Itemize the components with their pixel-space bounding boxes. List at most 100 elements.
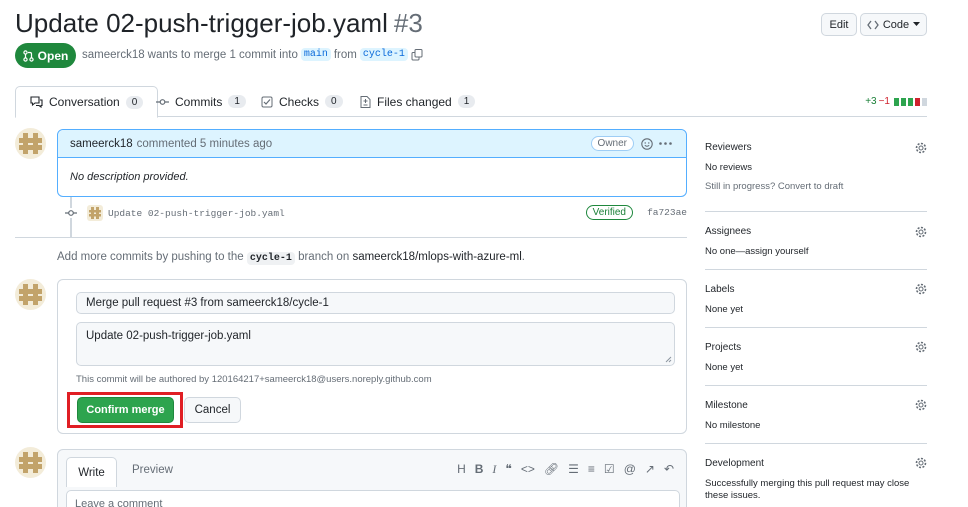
- comment-textarea[interactable]: Leave a comment: [66, 490, 680, 507]
- diffstat-additions: +3: [865, 96, 877, 107]
- hint-prefix: Add more commits by pushing to the: [57, 251, 244, 263]
- tab-commits-count: 1: [228, 95, 246, 108]
- pull-request-icon: [22, 49, 34, 62]
- commit-sha[interactable]: fa723ae: [647, 207, 687, 218]
- tab-files-changed-label: Files changed: [377, 94, 452, 109]
- sidebar-divider: [705, 443, 927, 444]
- divider: [15, 237, 687, 238]
- verified-badge[interactable]: Verified: [585, 205, 633, 220]
- sidebar-value: None yet: [705, 362, 744, 373]
- repo-link[interactable]: sameerck18/mlops-with-azure-ml: [352, 251, 521, 263]
- sidebar-assignees: Assignees No one—assign yourself: [705, 226, 927, 258]
- chevron-down-icon: [913, 22, 921, 26]
- italic-button[interactable]: I: [492, 462, 496, 477]
- comment-author[interactable]: sameerck18: [70, 138, 133, 150]
- avatar[interactable]: [15, 279, 46, 310]
- tab-files-changed-count: 1: [457, 95, 476, 108]
- undo-icon[interactable]: ↶: [664, 462, 674, 477]
- reference-icon[interactable]: ↗: [645, 462, 655, 477]
- comment-timestamp[interactable]: commented 5 minutes ago: [137, 138, 273, 150]
- sidebar-heading[interactable]: Labels: [705, 284, 927, 295]
- gear-icon[interactable]: [915, 341, 927, 353]
- base-branch[interactable]: main: [300, 48, 331, 61]
- cancel-button[interactable]: Cancel: [184, 397, 241, 423]
- code-button[interactable]: Code: [860, 13, 927, 36]
- author-note: This commit will be authored by 12016421…: [76, 374, 432, 385]
- diffstat-block: [908, 97, 913, 106]
- edit-button-label: Edit: [829, 18, 849, 31]
- convert-to-draft-link[interactable]: Convert to draft: [778, 181, 843, 192]
- owner-badge: Owner: [590, 136, 634, 151]
- resize-handle-icon[interactable]: [665, 356, 672, 363]
- diffstat-block: [901, 97, 906, 106]
- tab-commits-label: Commits: [175, 94, 223, 109]
- gear-icon[interactable]: [915, 457, 927, 469]
- gear-icon[interactable]: [915, 283, 927, 295]
- identicon-icon: [19, 284, 42, 305]
- commit-row: Update 02-push-trigger-job.yaml Verified…: [65, 204, 687, 222]
- gear-icon[interactable]: [915, 399, 927, 411]
- gear-icon[interactable]: [915, 226, 927, 238]
- avatar[interactable]: [15, 447, 46, 478]
- tab-conversation[interactable]: Conversation 0: [15, 86, 159, 118]
- sidebar-reviewers: Reviewers No reviews Still in progress? …: [705, 142, 927, 193]
- diffstat-block: [922, 97, 927, 106]
- comment-card: sameerck18 commented 5 minutes ago Owner…: [57, 129, 687, 197]
- sidebar-heading[interactable]: Projects: [705, 342, 927, 353]
- sidebar-labels: Labels None yet: [705, 284, 927, 316]
- link-icon[interactable]: 🔗︎: [544, 462, 559, 477]
- smiley-icon[interactable]: [641, 138, 653, 150]
- commit-body-text: Update 02-push-trigger-job.yaml: [86, 330, 251, 342]
- tab-checks-label: Checks: [279, 94, 320, 109]
- diffstat-deletions: −1: [878, 96, 890, 107]
- tab-conversation-label: Conversation: [49, 95, 120, 109]
- sidebar-heading[interactable]: Development: [705, 458, 927, 469]
- commit-icon: [65, 208, 77, 218]
- tab-checks-count: 0: [325, 95, 343, 108]
- bold-button[interactable]: B: [475, 462, 484, 477]
- author-link[interactable]: sameerck18: [82, 49, 145, 61]
- confirm-merge-button[interactable]: Confirm merge: [77, 397, 174, 423]
- commit-author-avatar[interactable]: [87, 205, 103, 221]
- tab-checks[interactable]: Checks 0: [261, 86, 343, 117]
- sidebar-value: None yet: [705, 304, 744, 315]
- head-branch[interactable]: cycle-1: [359, 48, 408, 61]
- code-button-label: Code: [882, 18, 910, 31]
- gear-icon[interactable]: [915, 142, 927, 154]
- kebab-horizontal-icon[interactable]: [659, 142, 672, 145]
- tab-preview[interactable]: Preview: [132, 464, 173, 476]
- sidebar-divider: [705, 269, 927, 270]
- heading-button[interactable]: H: [457, 462, 466, 477]
- commit-message[interactable]: Update 02-push-trigger-job.yaml: [108, 208, 285, 219]
- code-icon[interactable]: <>: [521, 462, 535, 477]
- copy-icon[interactable]: [411, 48, 423, 61]
- identicon-icon: [19, 452, 42, 473]
- assign-yourself-link[interactable]: No one—assign yourself: [705, 246, 927, 258]
- sidebar-heading[interactable]: Reviewers: [705, 142, 927, 153]
- pr-number: #3: [393, 8, 423, 38]
- markdown-toolbar: H B I ❝ <> 🔗︎ ☰ ≡ ☑ @ ↗ ↶: [457, 462, 674, 477]
- bulleted-list-icon[interactable]: ☰: [568, 462, 579, 477]
- diffstat-block: [894, 97, 899, 106]
- sidebar-heading[interactable]: Assignees: [705, 226, 927, 237]
- status-badge: Open: [15, 43, 76, 68]
- sidebar-heading[interactable]: Milestone: [705, 400, 927, 411]
- task-list-icon[interactable]: ☑: [604, 462, 615, 477]
- tab-write[interactable]: Write: [66, 457, 117, 487]
- avatar[interactable]: [15, 128, 46, 159]
- numbered-list-icon[interactable]: ≡: [588, 462, 595, 477]
- quote-icon[interactable]: ❝: [505, 462, 511, 477]
- commit-title-input[interactable]: Merge pull request #3 from sameerck18/cy…: [76, 292, 675, 314]
- sidebar-divider: [705, 327, 927, 328]
- tab-commits[interactable]: Commits 1: [156, 86, 246, 117]
- merge-summary: sameerck18 wants to merge 1 commit into …: [82, 48, 423, 61]
- mention-icon[interactable]: @: [624, 462, 636, 477]
- sidebar-milestone: Milestone No milestone: [705, 400, 927, 432]
- tab-conversation-count: 0: [125, 95, 144, 109]
- comment-editor: Write Preview H B I ❝ <> 🔗︎ ☰ ≡ ☑ @ ↗ ↶ …: [57, 449, 687, 507]
- tab-files-changed[interactable]: Files changed 1: [360, 86, 476, 117]
- status-label: Open: [37, 48, 69, 63]
- push-hint: Add more commits by pushing to the cycle…: [57, 251, 525, 265]
- edit-button[interactable]: Edit: [821, 13, 857, 36]
- commit-body-input[interactable]: Update 02-push-trigger-job.yaml: [76, 322, 675, 366]
